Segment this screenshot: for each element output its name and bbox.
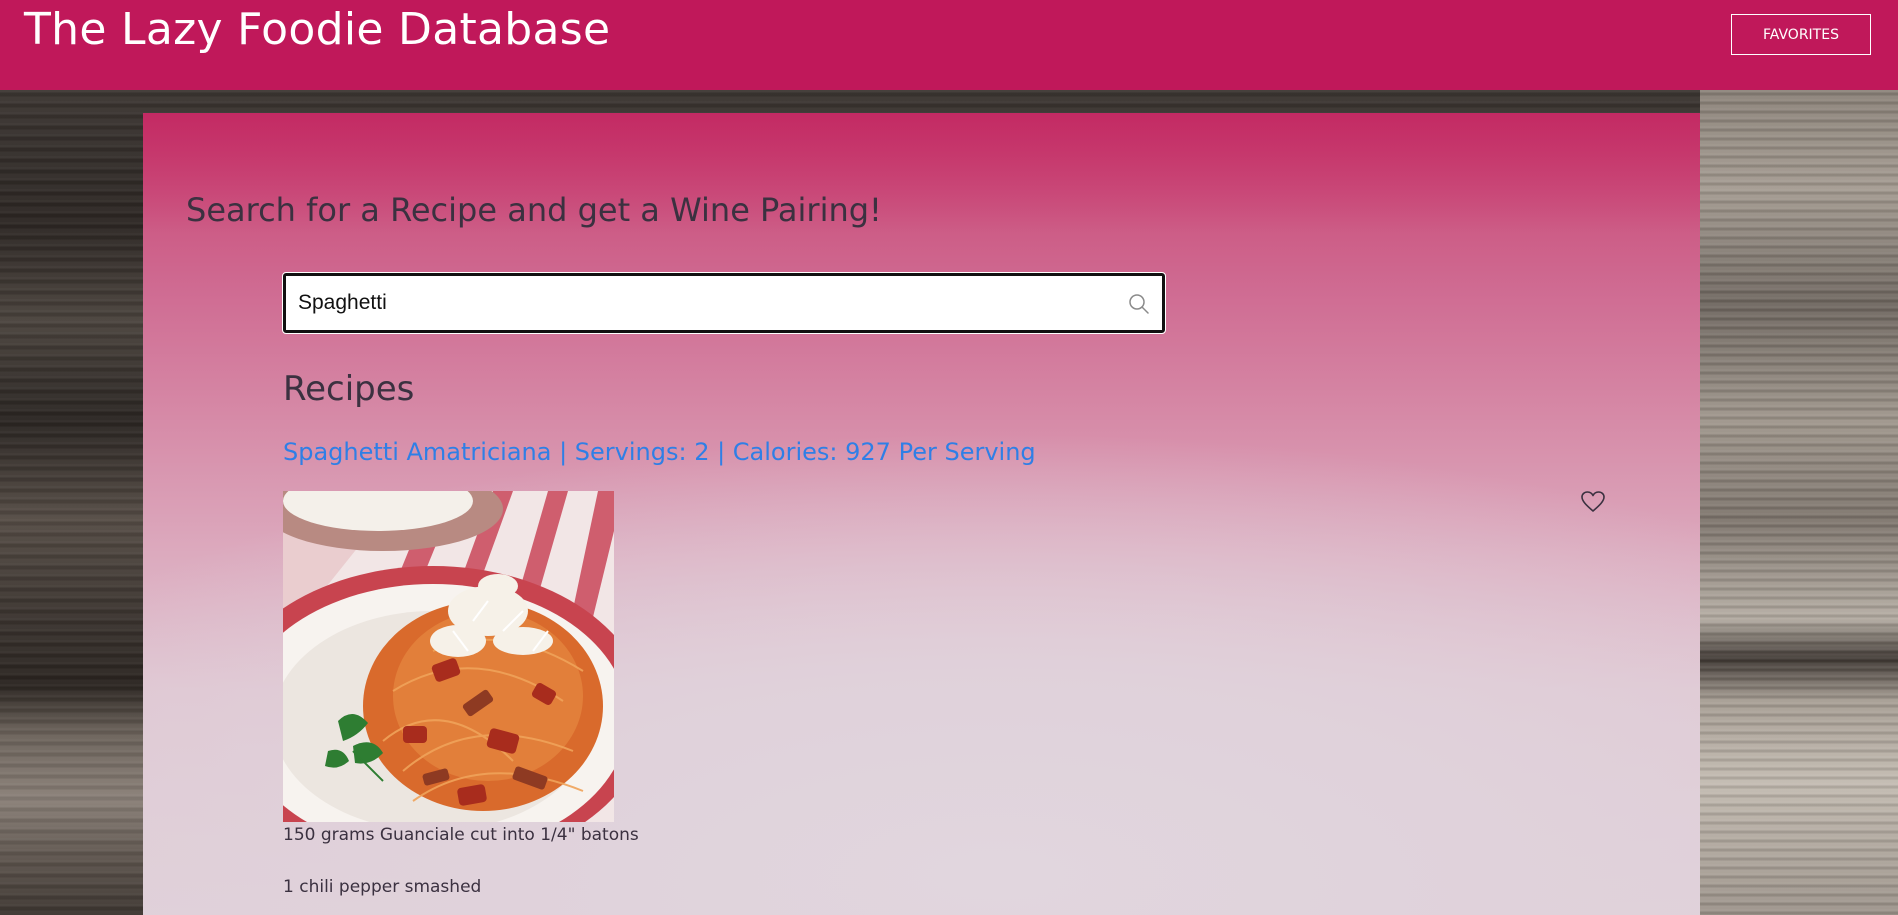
heart-outline-icon[interactable] [1580,490,1606,514]
ingredient-item: 1 chili pepper smashed [283,877,482,897]
search-heading: Search for a Recipe and get a Wine Pairi… [186,191,882,229]
ingredient-item: 150 grams Guanciale cut into 1/4" batons [283,825,639,845]
site-header: The Lazy Foodie Database FAVORITES [0,0,1898,90]
site-title: The Lazy Foodie Database [24,4,611,55]
main-panel: Search for a Recipe and get a Wine Pairi… [143,113,1700,915]
wood-background-right [1700,90,1898,915]
recipe-title-link[interactable]: Spaghetti Amatriciana | Servings: 2 | Ca… [283,438,1036,466]
search-box [282,272,1166,334]
search-icon[interactable] [1128,293,1150,315]
recipes-heading: Recipes [283,369,415,409]
search-input[interactable] [298,276,1118,330]
recipe-image [283,491,614,822]
spaghetti-photo [283,491,614,822]
favorites-button[interactable]: FAVORITES [1731,14,1871,55]
